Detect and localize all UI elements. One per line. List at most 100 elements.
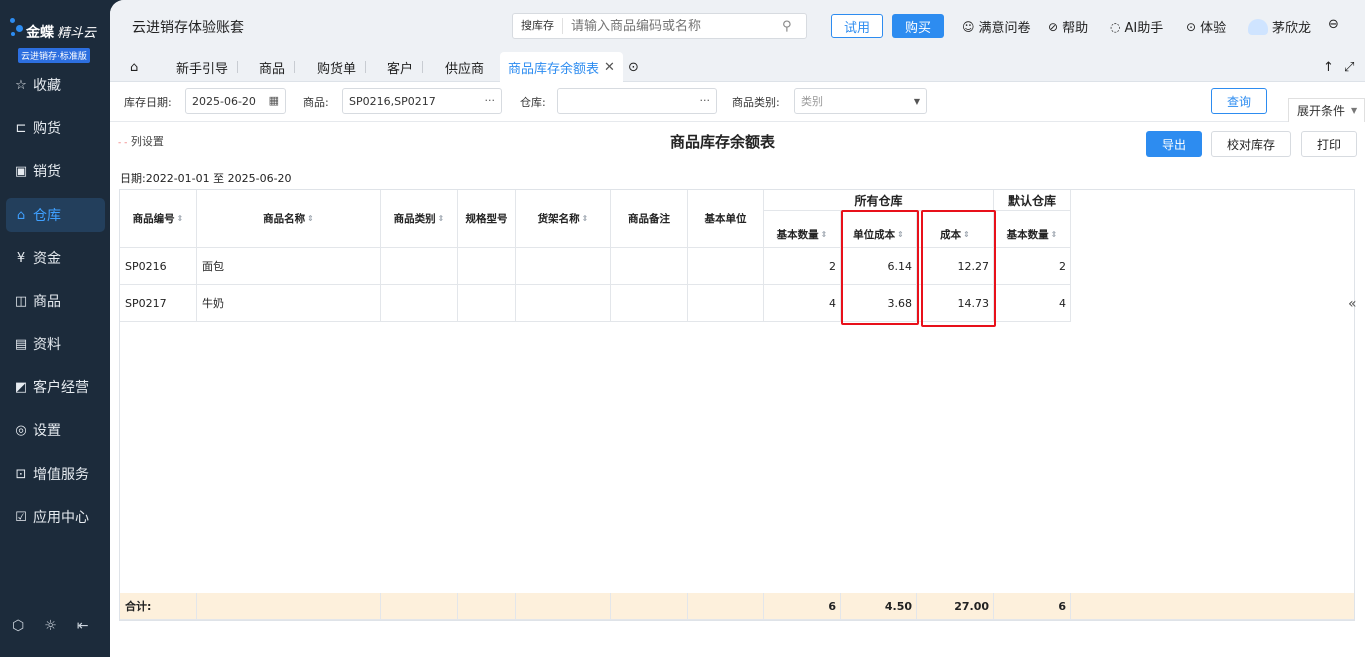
account-name[interactable]: 云进销存体验账套 <box>132 17 244 37</box>
sidebar-item-favorites[interactable]: ☆ 收藏 <box>6 68 105 102</box>
logout-icon[interactable]: ⊖ <box>1328 17 1339 32</box>
search-icon[interactable]: ⚲ <box>782 19 806 34</box>
sidebar-item-sales[interactable]: ▣ 销货 <box>6 154 105 188</box>
collapse-sidebar-icon[interactable]: ⇤ <box>77 618 89 634</box>
tab-supplier[interactable]: 供应商 <box>445 52 484 82</box>
sidebar-item-settings[interactable]: ◎ 设置 <box>6 413 105 447</box>
tab-more-icon[interactable]: ⊙ <box>628 52 639 82</box>
column-settings[interactable]: ‐ ‐ 列设置 <box>118 133 164 149</box>
tab-customer[interactable]: 客户 <box>387 52 424 82</box>
sidebar-item-warehouse[interactable]: ⌂ 仓库 <box>6 198 105 232</box>
header-code[interactable]: 商品编号 ⇕ <box>120 190 197 248</box>
brand-name: 金蝶 精斗云 <box>26 25 97 41</box>
sidebar-item-purchase[interactable]: ⊏ 购货 <box>6 111 105 145</box>
survey-link[interactable]: ☺ 满意问卷 <box>962 17 1031 37</box>
stock-balance-table: 商品编号 ⇕ 商品名称 ⇕ 商品类别 ⇕ 规格型号 货架名称 ⇕ 商品备注 基本单位 所… <box>119 189 1355 621</box>
compass-icon: ⊘ <box>1048 19 1059 34</box>
fullscreen-icon[interactable]: ⤢ <box>1344 52 1354 82</box>
table-row-2-code[interactable]: SP0217 <box>120 285 197 322</box>
ai-assistant-link[interactable]: ◌ AI助手 <box>1110 17 1163 37</box>
sidebar-item-value-added[interactable]: ⊡ 增值服务 <box>6 457 105 491</box>
user-menu[interactable]: 茅欣龙 <box>1248 17 1311 36</box>
sort-icon[interactable]: ⇕ <box>821 230 828 239</box>
header-category[interactable]: 商品类别 ⇕ <box>381 190 458 248</box>
goods-icon: ◫ <box>14 293 28 309</box>
collapse-right-panel-icon[interactable]: « <box>1348 296 1357 312</box>
buy-button[interactable]: 购买 <box>892 14 944 38</box>
search-scope[interactable]: 搜库存 <box>513 18 563 34</box>
chart-icon: ◩ <box>14 379 28 395</box>
home-tab-icon[interactable]: ⌂ <box>130 52 138 82</box>
print-button[interactable]: 打印 <box>1301 131 1357 157</box>
highlight-unit-cost-column <box>841 210 919 325</box>
table-cell <box>611 285 688 322</box>
table-row-2-name[interactable]: 牛奶 <box>197 285 381 322</box>
document-icon: ▤ <box>14 336 28 352</box>
theme-sun-icon[interactable]: ☼ <box>44 618 57 634</box>
hexagon-settings-icon[interactable]: ⬡ <box>12 618 24 634</box>
header-name[interactable]: 商品名称 ⇕ <box>197 190 381 248</box>
header-remark: 商品备注 <box>611 190 688 248</box>
smile-icon: ☺ <box>962 19 975 34</box>
category-select[interactable]: 类别 ▼ <box>794 88 927 114</box>
table-row-1-qty: 2 <box>764 248 841 285</box>
more-dots-icon[interactable]: ··· <box>485 94 496 107</box>
date-input[interactable]: 2025-06-20 ▦ <box>185 88 286 114</box>
warehouse-input[interactable]: ··· <box>557 88 717 114</box>
export-button[interactable]: 导出 <box>1146 131 1202 157</box>
table-row-1-name[interactable]: 面包 <box>197 248 381 285</box>
experience-link[interactable]: ⊙ 体验 <box>1186 17 1226 37</box>
check-stock-button[interactable]: 校对库存 <box>1211 131 1291 157</box>
money-icon: ¥ <box>16 250 26 266</box>
sort-icon[interactable]: ⇕ <box>307 214 314 223</box>
column-settings-icon: ‐ ‐ <box>118 138 128 148</box>
table-row-1-default-qty: 2 <box>994 248 1071 285</box>
tab-stock-balance[interactable]: 商品库存余额表 ✕ <box>500 52 623 82</box>
sort-icon[interactable]: ⇕ <box>177 214 184 223</box>
sort-icon[interactable]: ⇕ <box>438 214 445 223</box>
table-row-1-code[interactable]: SP0216 <box>120 248 197 285</box>
header-shelf[interactable]: 货架名称 ⇕ <box>516 190 611 248</box>
tab-goods[interactable]: 商品 <box>259 52 296 82</box>
scroll-up-icon[interactable]: ↑ <box>1323 52 1334 82</box>
tab-purchase-order[interactable]: 购货单 <box>317 52 367 82</box>
top-bar: 云进销存体验账套 搜库存 ⚲ 试用 购买 ☺满意问卷 ⊘帮助 ◌AI助手 ⊙体验… <box>110 0 1365 52</box>
date-range: 日期:2022-01-01 至 2025-06-20 <box>120 172 292 185</box>
table-cell <box>381 248 458 285</box>
sidebar-item-app-center[interactable]: ☑ 应用中心 <box>6 500 105 534</box>
sidebar-item-funds[interactable]: ¥ 资金 <box>6 241 105 275</box>
tab-guide[interactable]: 新手引导 <box>176 52 239 82</box>
table-cell <box>458 248 516 285</box>
sidebar-footer: ⬡ ☼ ⇤ <box>12 618 89 634</box>
page-title: 商品库存余额表 <box>670 133 776 151</box>
sidebar: 金蝶 精斗云 云进销存·标准版 ☆ 收藏 ⊏ 购货 ▣ 销货 ⌂ 仓库 ¥ 资金 ◫ 商品 ▤… <box>0 0 110 657</box>
close-tab-icon[interactable]: ✕ <box>604 60 615 75</box>
table-cell <box>516 248 611 285</box>
sales-icon: ▣ <box>14 163 28 179</box>
total-cell <box>458 593 516 620</box>
sort-icon[interactable]: ⇕ <box>1051 230 1058 239</box>
warehouse-label: 仓库: <box>520 96 546 109</box>
trial-button[interactable]: 试用 <box>831 14 883 38</box>
more-dots-icon[interactable]: ··· <box>700 94 711 107</box>
search-input[interactable] <box>563 18 782 34</box>
warehouse-icon: ⌂ <box>16 207 26 223</box>
expand-conditions-button[interactable]: 展开条件 ▼ <box>1288 98 1365 122</box>
brand-logo: 金蝶 精斗云 云进销存·标准版 <box>6 14 106 64</box>
goods-input[interactable]: SP0216,SP0217 ··· <box>342 88 502 114</box>
header-default-qty[interactable]: 基本数量 ⇕ <box>994 211 1071 248</box>
tab-bar: ⌂ 新手引导 商品 购货单 客户 供应商 商品库存余额表 ✕ ⊙ ↑ ⤢ <box>110 52 1365 82</box>
calendar-icon[interactable]: ▦ <box>269 94 279 107</box>
header-qty[interactable]: 基本数量 ⇕ <box>764 211 841 248</box>
total-cell <box>1071 593 1354 620</box>
table-cell <box>688 285 764 322</box>
sidebar-item-goods[interactable]: ◫ 商品 <box>6 284 105 318</box>
sidebar-item-data[interactable]: ▤ 资料 <box>6 327 105 361</box>
help-link[interactable]: ⊘ 帮助 <box>1048 17 1088 37</box>
total-cell <box>688 593 764 620</box>
sidebar-item-customer[interactable]: ◩ 客户经营 <box>6 370 105 404</box>
query-button[interactable]: 查询 <box>1211 88 1267 114</box>
table-cell <box>516 285 611 322</box>
table-cell <box>688 248 764 285</box>
sort-icon[interactable]: ⇕ <box>582 214 589 223</box>
